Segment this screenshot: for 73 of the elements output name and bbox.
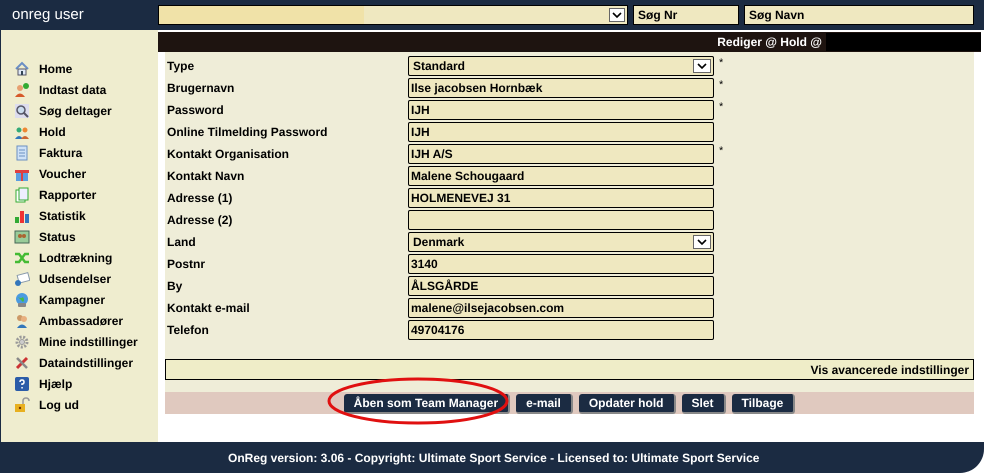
action-button[interactable]: Åben som Team Manager (344, 394, 510, 414)
sidebar-item[interactable]: Hold (1, 121, 158, 142)
padlock-icon (14, 396, 30, 412)
sidebar-item[interactable]: Ambassadører (1, 310, 158, 331)
action-button[interactable]: Tilbage (732, 394, 796, 414)
input-field[interactable]: HOLMENEVEJ 31 (408, 188, 714, 208)
search-name-field[interactable]: Søg Navn (744, 5, 974, 25)
sidebar-item[interactable]: Hjælp (1, 373, 158, 394)
screen-icon (14, 228, 30, 244)
dropdown-icon (609, 8, 625, 22)
gear-icon (14, 334, 30, 350)
sidebar-item[interactable]: Log ud (1, 394, 158, 415)
input-field[interactable]: Malene Schougaard (408, 166, 714, 186)
sidebar-item[interactable]: Udsendelser (1, 268, 158, 289)
input-field[interactable]: ÅLSGÅRDE (408, 276, 714, 296)
app-title: onreg user (12, 6, 84, 23)
help-icon (14, 376, 30, 392)
field-label: Postnr (166, 256, 206, 273)
field-label: Telefon (166, 322, 210, 339)
field-label: Type (166, 58, 196, 75)
required-mark: * (719, 144, 724, 159)
field-label: Land (166, 234, 197, 251)
field-label: By (166, 278, 184, 295)
sidebar-item[interactable]: Faktura (1, 142, 158, 163)
input-field[interactable] (408, 210, 714, 230)
sidebar-item[interactable]: Kampagner (1, 289, 158, 310)
input-field[interactable]: 49704176 (408, 320, 714, 340)
sidebar-item[interactable]: Statistik (1, 205, 158, 226)
sidebar-item[interactable]: Status (1, 226, 158, 247)
magnifier-icon (14, 102, 30, 118)
field-label: Brugernavn (166, 80, 236, 97)
field-label: Kontakt Navn (166, 168, 246, 185)
field-label: Online Tilmelding Password (166, 124, 328, 141)
sidebar-item[interactable]: Voucher (1, 163, 158, 184)
sidebar-item[interactable]: Mine indstillinger (1, 331, 158, 352)
globe-icon (14, 292, 30, 308)
sidebar-item[interactable]: Dataindstillinger (1, 352, 158, 373)
sidebar-item[interactable]: Søg deltager (1, 100, 158, 121)
sidebar-item[interactable]: Rapporter (1, 184, 158, 205)
required-mark: * (719, 78, 724, 93)
footer-text: OnReg version: 3.06 - Copyright: Ultimate Sport Service - Licensed to: Ultimate Sport Service (228, 450, 760, 466)
select-field[interactable]: Standard (408, 56, 714, 76)
dropdown-icon (693, 59, 711, 73)
dropdown-icon (693, 235, 711, 249)
sidebar-item[interactable]: Lodtrækning (1, 247, 158, 268)
input-field[interactable]: 3140 (408, 254, 714, 274)
required-mark: * (719, 56, 724, 71)
field-label: Kontakt e-mail (166, 300, 251, 317)
person-add-icon (14, 82, 30, 98)
input-field[interactable]: IJH A/S (408, 144, 714, 164)
top-select[interactable] (158, 5, 628, 25)
input-field[interactable]: IJH (408, 122, 714, 142)
pages-icon (14, 186, 30, 202)
sidebar-item[interactable]: Indtast data (1, 79, 158, 100)
field-label: Adresse (2) (166, 212, 234, 229)
field-label: Adresse (1) (166, 190, 234, 207)
input-field[interactable]: Ilse jacobsen Hornbæk (408, 78, 714, 98)
action-button[interactable]: Slet (682, 394, 726, 414)
input-field[interactable]: IJH (408, 100, 714, 120)
search-number-field[interactable]: Søg Nr (633, 5, 739, 25)
select-field[interactable]: Denmark (408, 232, 714, 252)
field-label: Kontakt Organisation (166, 146, 290, 163)
field-label: Password (166, 102, 225, 119)
required-mark: * (719, 100, 724, 115)
sidebar-item[interactable]: Home (1, 58, 158, 79)
input-field[interactable]: malene@ilsejacobsen.com (408, 298, 714, 318)
house-icon (14, 60, 30, 76)
person-icon (14, 312, 30, 328)
page-title: Rediger @ Hold @ (717, 34, 822, 51)
action-button[interactable]: Opdater hold (578, 394, 676, 414)
advanced-settings-bar[interactable]: Vis avancerede indstillinger (165, 359, 974, 380)
document-icon (14, 144, 30, 160)
action-button[interactable]: e-mail (516, 394, 573, 414)
